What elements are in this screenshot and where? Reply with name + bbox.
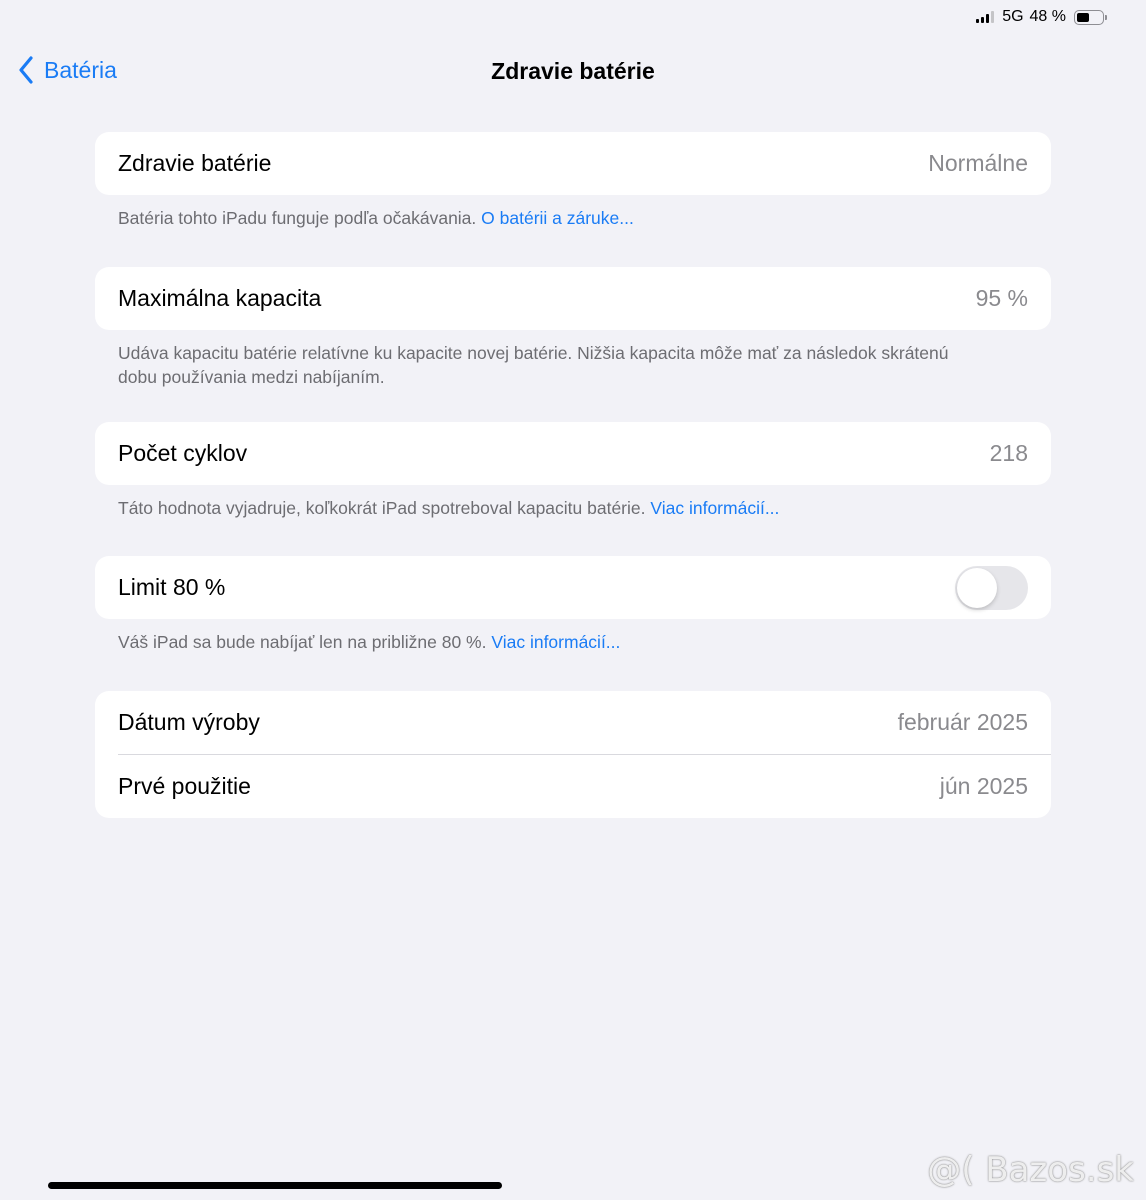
navigation-bar: Batéria Zdravie batérie xyxy=(0,48,1146,94)
cellular-signal-icon xyxy=(976,11,995,23)
health-row: Zdravie batérie Normálne xyxy=(95,132,1051,195)
battery-icon xyxy=(1074,9,1108,25)
first-use-row: Prvé použitie jún 2025 xyxy=(95,755,1051,818)
manufacture-date-value: február 2025 xyxy=(897,709,1028,735)
watermark: @( Bazos.sk xyxy=(927,1150,1134,1190)
limit-footer: Váš iPad sa bude nabíjať len na približn… xyxy=(95,619,1051,654)
capacity-value: 95 % xyxy=(975,285,1028,311)
home-indicator[interactable] xyxy=(48,1182,502,1189)
limit-card: Limit 80 % xyxy=(95,556,1051,619)
health-value: Normálne xyxy=(928,150,1028,176)
limit-section: Limit 80 % Váš iPad sa bude nabíjať len … xyxy=(95,556,1051,654)
dates-section: Dátum výroby február 2025 Prvé použitie … xyxy=(95,691,1051,818)
health-footer-text: Batéria tohto iPadu funguje podľa očakáv… xyxy=(118,208,477,228)
capacity-row: Maximálna kapacita 95 % xyxy=(95,267,1051,330)
health-label: Zdravie batérie xyxy=(118,150,272,176)
cycles-footer: Táto hodnota vyjadruje, koľkokrát iPad s… xyxy=(95,485,1051,520)
manufacture-date-label: Dátum výroby xyxy=(118,709,260,735)
cycles-row: Počet cyklov 218 xyxy=(95,422,1051,485)
limit-label: Limit 80 % xyxy=(118,574,226,600)
limit-toggle[interactable] xyxy=(955,565,1028,610)
limit-footer-text: Váš iPad sa bude nabíjať len na približn… xyxy=(118,632,487,652)
capacity-card: Maximálna kapacita 95 % xyxy=(95,267,1051,330)
manufacture-date-row: Dátum výroby február 2025 xyxy=(95,691,1051,754)
cycles-footer-text: Táto hodnota vyjadruje, koľkokrát iPad s… xyxy=(118,498,646,518)
toggle-knob xyxy=(957,567,997,608)
cycles-more-info-link[interactable]: Viac informácií... xyxy=(650,498,779,518)
first-use-label: Prvé použitie xyxy=(118,773,251,799)
status-bar: 5G 48 % xyxy=(976,6,1108,28)
first-use-value: jún 2025 xyxy=(939,773,1028,799)
capacity-label: Maximálna kapacita xyxy=(118,285,322,311)
dates-card: Dátum výroby február 2025 Prvé použitie … xyxy=(95,691,1051,818)
cycles-card: Počet cyklov 218 xyxy=(95,422,1051,485)
limit-row: Limit 80 % xyxy=(95,556,1051,619)
health-section: Zdravie batérie Normálne Batéria tohto i… xyxy=(95,132,1051,230)
health-footer: Batéria tohto iPadu funguje podľa očakáv… xyxy=(95,195,1051,230)
cycles-label: Počet cyklov xyxy=(118,440,248,466)
battery-percent: 48 % xyxy=(1029,8,1066,25)
network-type: 5G xyxy=(1002,8,1024,25)
health-card: Zdravie batérie Normálne xyxy=(95,132,1051,195)
battery-warranty-link[interactable]: O batérii a záruke... xyxy=(481,208,634,228)
cycles-value: 218 xyxy=(989,440,1028,466)
limit-more-info-link[interactable]: Viac informácií... xyxy=(491,632,620,652)
cycles-section: Počet cyklov 218 Táto hodnota vyjadruje,… xyxy=(95,422,1051,520)
capacity-section: Maximálna kapacita 95 % Udáva kapacitu b… xyxy=(95,267,1051,389)
page-title: Zdravie batérie xyxy=(491,58,655,84)
capacity-footer: Udáva kapacitu batérie relatívne ku kapa… xyxy=(118,343,949,387)
